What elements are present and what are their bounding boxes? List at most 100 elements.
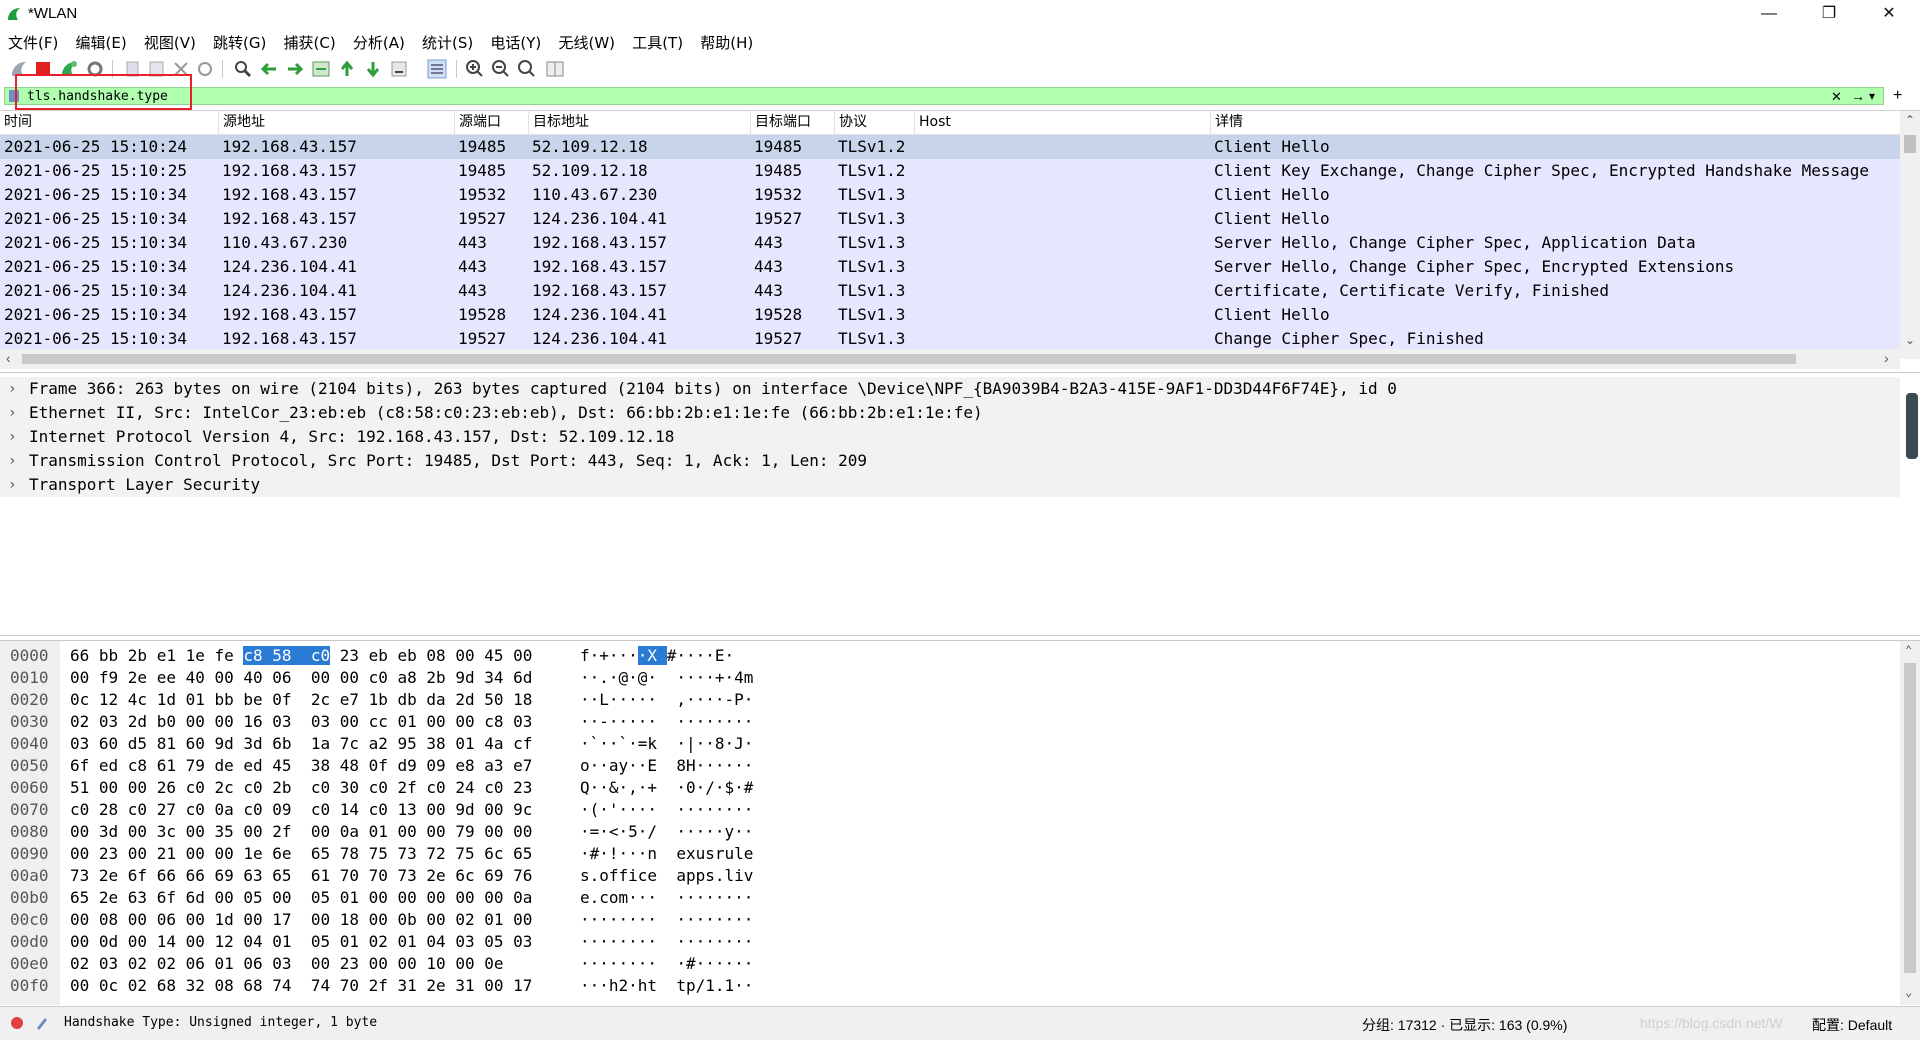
reload-file-icon[interactable] xyxy=(194,58,216,80)
cell-time: 2021-06-25 15:10:34 xyxy=(4,209,188,228)
bytes-ascii: ········ ········ xyxy=(580,910,754,929)
chevron-right-icon[interactable]: › xyxy=(8,401,22,425)
edit-comment-icon[interactable] xyxy=(34,1015,50,1031)
bytes-row[interactable]: 00f0 00 0c 02 68 32 08 68 74 74 70 2f 31 … xyxy=(0,975,1900,997)
restore-button[interactable]: ❐ xyxy=(1806,0,1852,28)
bytes-row[interactable]: 00c0 00 08 00 06 00 1d 00 17 00 18 00 0b … xyxy=(0,909,1900,931)
zoom-reset-icon[interactable] xyxy=(516,58,538,80)
packet-list-scrollbar[interactable]: ⌃ ⌄ xyxy=(1900,111,1920,359)
cell-protocol: TLSv1.3 xyxy=(838,281,906,300)
menu-tools[interactable]: 工具(T) xyxy=(624,30,688,53)
menu-edit[interactable]: 编辑(E) xyxy=(68,30,132,53)
zoom-out-icon[interactable] xyxy=(490,58,512,80)
bytes-row[interactable]: 00e0 02 03 02 02 06 01 06 03 00 23 00 00 … xyxy=(0,953,1900,975)
bytes-row[interactable]: 00d0 00 0d 00 14 00 12 04 01 05 01 02 01 … xyxy=(0,931,1900,953)
detail-row-tcp[interactable]: › Transmission Control Protocol, Src Port… xyxy=(0,449,1900,473)
go-first-packet-icon[interactable] xyxy=(336,58,358,80)
bytes-row[interactable]: 0090 00 23 00 21 00 00 1e 6e 65 78 75 73 … xyxy=(0,843,1900,865)
error-status-icon[interactable] xyxy=(10,1016,24,1030)
chevron-right-icon[interactable]: › xyxy=(8,377,22,401)
bytes-row[interactable]: 0000 66 bb 2b e1 1e fe c8 58 c0 23 eb eb … xyxy=(0,645,1900,667)
add-filter-button[interactable]: + xyxy=(1893,85,1902,107)
packet-row[interactable]: 2021-06-25 15:10:34 192.168.43.157 19528 12… xyxy=(0,303,1900,327)
bytes-hex: 00 0c 02 68 32 08 68 74 74 70 2f 31 2e 3… xyxy=(70,976,533,995)
bytes-hex: 65 2e 63 6f 6d 00 05 00 05 01 00 00 00 0… xyxy=(70,888,533,907)
display-filter-input[interactable]: tls.handshake.type ✕ → ▾ xyxy=(4,87,1884,105)
packet-row[interactable]: 2021-06-25 15:10:34 192.168.43.157 19527 12… xyxy=(0,327,1900,351)
menu-wireless[interactable]: 无线(W) xyxy=(550,30,620,53)
bytes-scrollbar[interactable]: ⌃ ⌄ xyxy=(1900,641,1920,1005)
column-header-destination[interactable]: 目标地址 xyxy=(528,111,750,134)
bytes-row[interactable]: 0020 0c 12 4c 1d 01 bb be 0f 2c e7 1b db … xyxy=(0,689,1900,711)
menu-statistics[interactable]: 统计(S) xyxy=(414,30,478,53)
bytes-row[interactable]: 00b0 65 2e 63 6f 6d 00 05 00 05 01 00 00 … xyxy=(0,887,1900,909)
detail-row-ip[interactable]: › Internet Protocol Version 4, Src: 192.1… xyxy=(0,425,1900,449)
clear-filter-icon[interactable]: ✕ xyxy=(1831,88,1842,105)
packet-count: 分组: 17312 · 已显示: 163 (0.9%) xyxy=(1362,1017,1568,1033)
column-header-protocol[interactable]: 协议 xyxy=(834,111,914,134)
chevron-right-icon[interactable]: › xyxy=(8,449,22,473)
apply-filter-icon[interactable]: → xyxy=(1851,88,1865,105)
bytes-ascii: ········ ·#······ xyxy=(580,954,754,973)
packet-row[interactable]: 2021-06-25 15:10:34 124.236.104.41 443 192.… xyxy=(0,279,1900,303)
bytes-row[interactable]: 00a0 73 2e 6f 66 66 69 63 65 61 70 70 73 … xyxy=(0,865,1900,887)
packet-row[interactable]: 2021-06-25 15:10:25 192.168.43.157 19485 52… xyxy=(0,159,1900,183)
bytes-hex: 00 08 00 06 00 1d 00 17 00 18 00 0b 00 0… xyxy=(70,910,533,929)
menu-capture[interactable]: 捕获(C) xyxy=(276,30,341,53)
colorize-icon[interactable] xyxy=(426,58,448,80)
column-header-source-port[interactable]: 源端口 xyxy=(454,111,528,134)
bytes-row[interactable]: 0080 00 3d 00 3c 00 35 00 2f 00 0a 01 00 … xyxy=(0,821,1900,843)
menu-help[interactable]: 帮助(H) xyxy=(692,30,758,53)
column-header-source[interactable]: 源地址 xyxy=(218,111,454,134)
column-header-time[interactable]: 时间 xyxy=(0,111,218,134)
bytes-row[interactable]: 0010 00 f9 2e ee 40 00 40 06 00 00 c0 a8 … xyxy=(0,667,1900,689)
menu-analyze[interactable]: 分析(A) xyxy=(345,30,410,53)
bytes-row[interactable]: 0050 6f ed c8 61 79 de ed 45 38 48 0f d9 … xyxy=(0,755,1900,777)
profile[interactable]: 配置: Default xyxy=(1812,1015,1892,1035)
bytes-row[interactable]: 0070 c0 28 c0 27 c0 0a c0 09 c0 14 c0 13 … xyxy=(0,799,1900,821)
bytes-row[interactable]: 0060 51 00 00 26 c0 2c c0 2b c0 30 c0 2f … xyxy=(0,777,1900,799)
filter-dropdown-icon[interactable]: ▾ xyxy=(1869,88,1875,105)
cell-destination-port: 19527 xyxy=(754,209,803,228)
menu-go[interactable]: 跳转(G) xyxy=(205,30,271,53)
minimize-button[interactable]: — xyxy=(1746,0,1792,28)
menu-telephony[interactable]: 电话(Y) xyxy=(482,30,546,53)
packet-row[interactable]: 2021-06-25 15:10:34 110.43.67.230 443 192.1… xyxy=(0,231,1900,255)
cell-time: 2021-06-25 15:10:34 xyxy=(4,257,188,276)
bytes-offset: 0000 xyxy=(10,646,49,665)
column-header-destination-port[interactable]: 目标端口 xyxy=(750,111,834,134)
cell-destination: 192.168.43.157 xyxy=(532,257,667,276)
bytes-ascii-selected: ·X xyxy=(637,646,667,665)
bytes-ascii: ··L····· ,····-P· xyxy=(580,690,754,709)
go-back-icon[interactable] xyxy=(258,58,280,80)
detail-row-tls[interactable]: › Transport Layer Security xyxy=(0,473,1900,497)
find-packet-icon[interactable] xyxy=(232,58,254,80)
column-header-info[interactable]: 详情 xyxy=(1210,111,1900,134)
packet-row[interactable]: 2021-06-25 15:10:34 124.236.104.41 443 192.… xyxy=(0,255,1900,279)
go-to-packet-icon[interactable] xyxy=(310,58,332,80)
cell-destination: 110.43.67.230 xyxy=(532,185,658,204)
cell-protocol: TLSv1.2 xyxy=(838,161,906,180)
cell-info: Client Key Exchange, Change Cipher Spec,… xyxy=(1214,161,1870,180)
resize-columns-icon[interactable] xyxy=(544,58,566,80)
go-last-packet-icon[interactable] xyxy=(362,58,384,80)
go-forward-icon[interactable] xyxy=(284,58,306,80)
menu-view[interactable]: 视图(V) xyxy=(136,30,201,53)
cell-source: 192.168.43.157 xyxy=(222,185,357,204)
chevron-right-icon[interactable]: › xyxy=(8,473,22,497)
cell-source-port: 19485 xyxy=(458,161,507,180)
packet-row[interactable]: 2021-06-25 15:10:34 192.168.43.157 19532 11… xyxy=(0,183,1900,207)
auto-scroll-icon[interactable] xyxy=(388,58,410,80)
detail-row-ethernet[interactable]: › Ethernet II, Src: IntelCor_23:eb:eb (c8… xyxy=(0,401,1900,425)
column-header-host[interactable]: Host xyxy=(914,111,1210,134)
menu-file[interactable]: 文件(F) xyxy=(0,30,63,53)
packet-row[interactable]: 2021-06-25 15:10:34 192.168.43.157 19527 12… xyxy=(0,207,1900,231)
bytes-row[interactable]: 0040 03 60 d5 81 60 9d 3d 6b 1a 7c a2 95 … xyxy=(0,733,1900,755)
chevron-right-icon[interactable]: › xyxy=(8,425,22,449)
detail-row-frame[interactable]: › Frame 366: 263 bytes on wire (2104 bits… xyxy=(0,377,1900,401)
bytes-row[interactable]: 0030 02 03 2d b0 00 00 16 03 03 00 cc 01 … xyxy=(0,711,1900,733)
packet-list-horizontal-scrollbar[interactable]: ‹ › xyxy=(0,349,1900,369)
packet-row[interactable]: 2021-06-25 15:10:24 192.168.43.157 19485 52… xyxy=(0,135,1900,159)
close-button[interactable]: ✕ xyxy=(1866,0,1912,28)
zoom-in-icon[interactable] xyxy=(464,58,486,80)
